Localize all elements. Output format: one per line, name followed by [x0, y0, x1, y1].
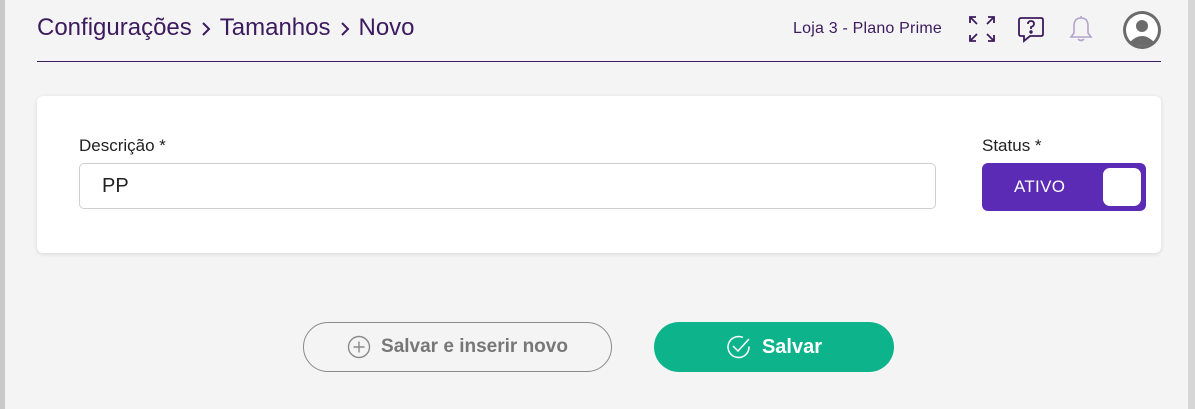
avatar-icon[interactable] — [1122, 10, 1162, 50]
chevron-right-icon — [192, 14, 220, 42]
breadcrumb: Configurações Tamanhos Novo — [37, 14, 415, 42]
page-header: Configurações Tamanhos Novo Loja 3 - Pla… — [37, 0, 1161, 62]
scrollbar[interactable] — [1188, 0, 1195, 409]
store-plan-label: Loja 3 - Plano Prime — [793, 20, 942, 37]
toggle-knob[interactable] — [1103, 168, 1141, 206]
left-edge — [0, 0, 5, 409]
help-icon[interactable] — [1014, 12, 1048, 46]
status-toggle[interactable]: ATIVO — [982, 163, 1146, 211]
expand-icon[interactable] — [965, 12, 999, 46]
description-input[interactable] — [79, 163, 936, 209]
status-toggle-label: ATIVO — [1014, 177, 1066, 196]
check-circle-icon — [726, 334, 752, 360]
save-label: Salvar — [761, 335, 823, 358]
status-label: Status * — [982, 136, 1042, 155]
chevron-right-icon — [331, 14, 359, 42]
bell-icon[interactable] — [1064, 12, 1098, 46]
save-button[interactable]: Salvar — [654, 322, 894, 372]
plus-circle-icon — [347, 335, 371, 359]
breadcrumb-configuracoes[interactable]: Configurações — [37, 14, 192, 42]
breadcrumb-tamanhos[interactable]: Tamanhos — [220, 14, 331, 42]
save-and-new-button[interactable]: Salvar e inserir novo — [303, 322, 612, 372]
save-and-new-label: Salvar e inserir novo — [381, 336, 568, 357]
description-label: Descrição * — [79, 136, 166, 155]
form-card: Descrição * Status * ATIVO — [37, 96, 1161, 253]
breadcrumb-novo: Novo — [358, 14, 415, 41]
